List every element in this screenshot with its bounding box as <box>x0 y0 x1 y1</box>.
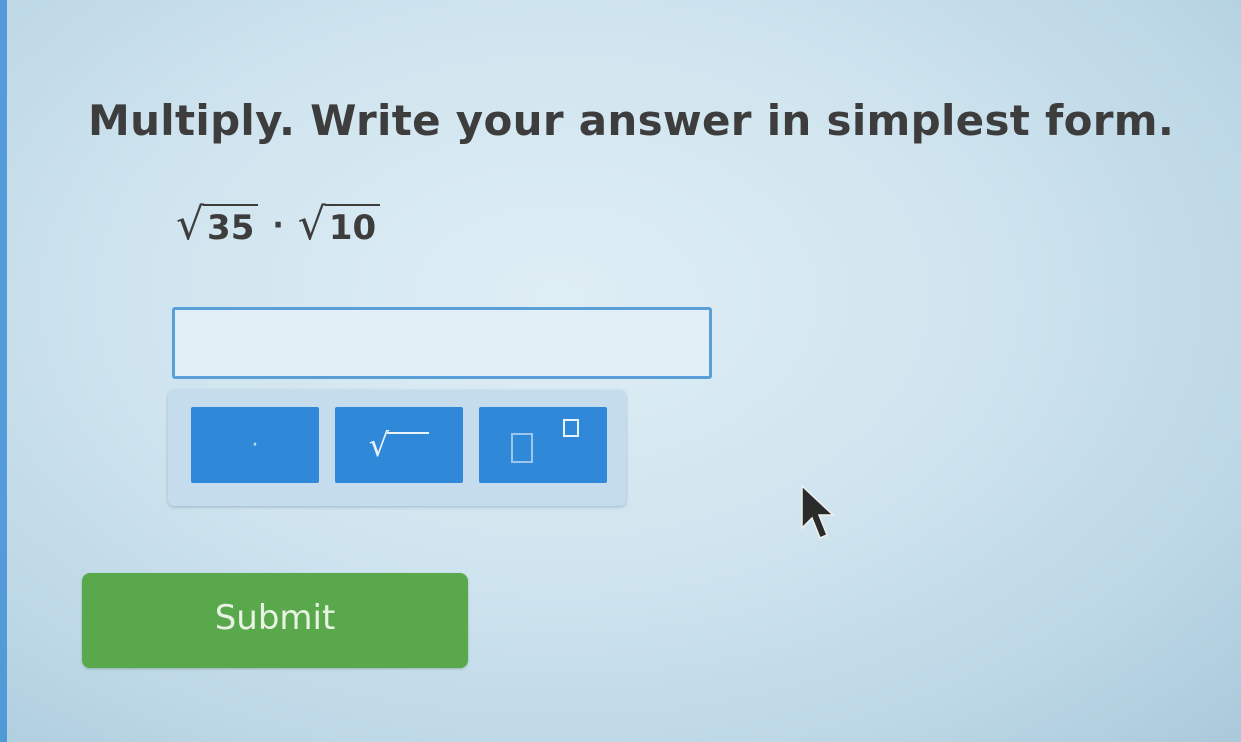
mouse-pointer-icon <box>801 484 835 539</box>
radical-35: √ 35 <box>176 199 259 250</box>
submit-button[interactable]: Submit <box>82 573 468 668</box>
math-keypad: · √ <box>168 390 626 506</box>
left-edge-accent-bar <box>0 0 7 742</box>
radical-sign-icon: √ <box>297 199 326 250</box>
radical-sign-icon: √ <box>176 199 205 250</box>
exponent-base-box-icon <box>511 433 533 463</box>
answer-input[interactable] <box>172 307 712 379</box>
exponent-key[interactable] <box>479 407 607 483</box>
square-root-bar <box>387 432 430 464</box>
square-root-glyph: √ <box>368 426 390 464</box>
square-root-key[interactable]: √ <box>335 407 463 483</box>
multiply-operator: · <box>272 207 284 243</box>
radical-10: √ 10 <box>297 199 381 250</box>
dot-icon: · <box>251 432 259 458</box>
math-expression: √ 35 · √ 10 <box>176 190 381 260</box>
exponent-power-box-icon <box>563 419 579 437</box>
square-root-icon: √ <box>368 426 430 464</box>
multiply-dot-key[interactable]: · <box>191 407 319 483</box>
radicand-2: 10 <box>324 203 381 247</box>
question-prompt: Multiply. Write your answer in simplest … <box>88 96 1175 145</box>
radicand-1: 35 <box>203 203 259 247</box>
